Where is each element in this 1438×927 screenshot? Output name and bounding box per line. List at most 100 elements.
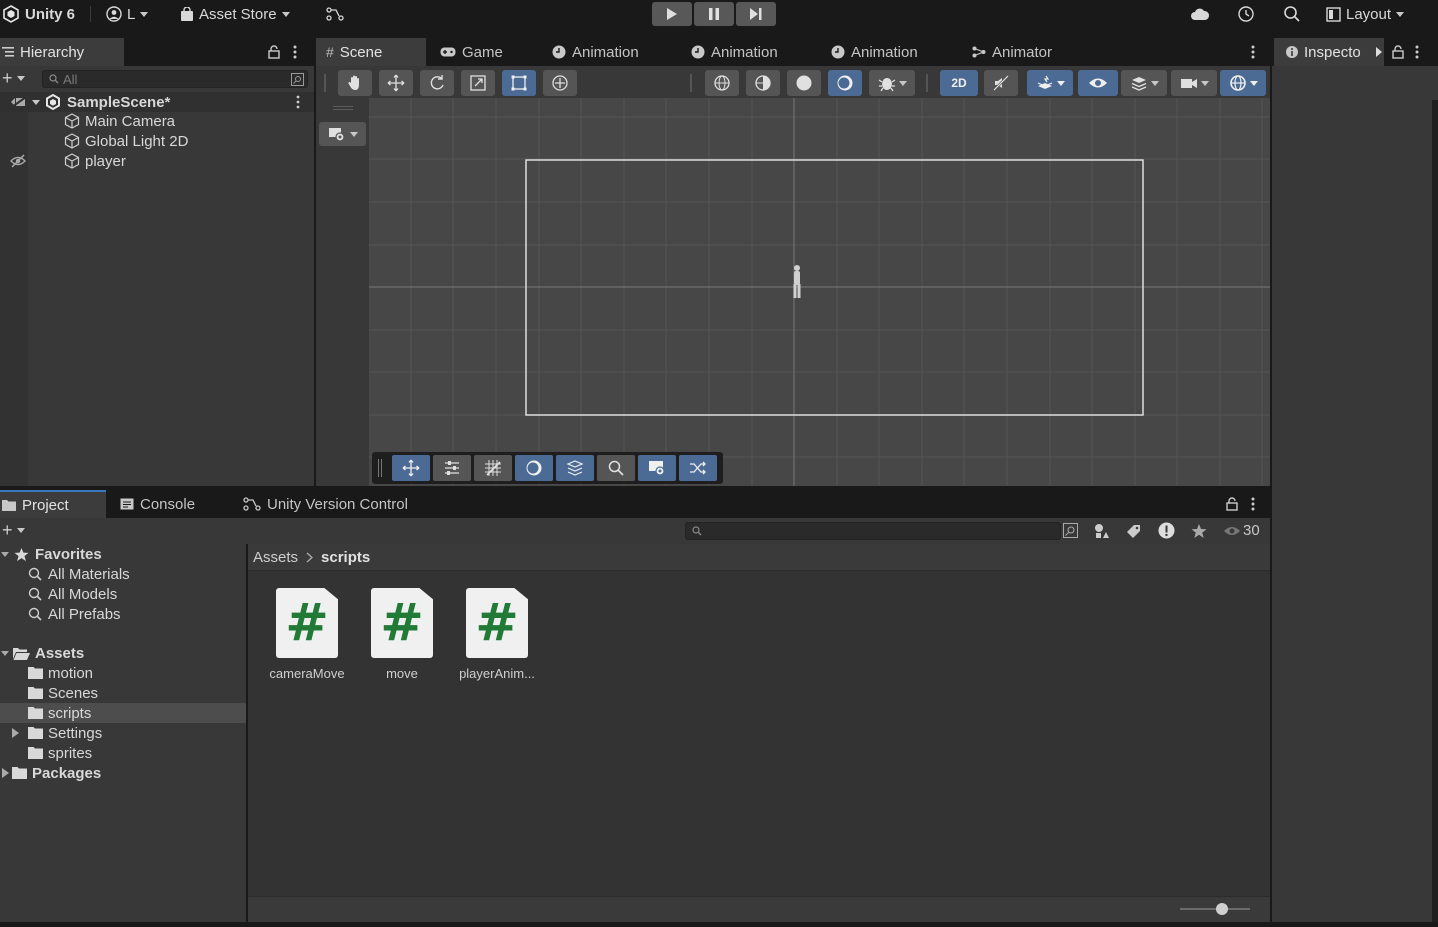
slider-thumb[interactable] xyxy=(1216,903,1228,915)
drag-handle[interactable] xyxy=(333,106,353,107)
rotate-tool-button[interactable] xyxy=(420,70,454,96)
history-button[interactable] xyxy=(1237,0,1255,28)
kebab-menu-icon[interactable] xyxy=(296,95,300,109)
filter-by-label-button[interactable] xyxy=(1126,523,1142,539)
more-tabs-arrow[interactable] xyxy=(1376,47,1382,57)
drag-handle[interactable] xyxy=(690,74,692,92)
lighting-toggle-button[interactable] xyxy=(828,70,862,96)
lighting-overlay-button[interactable] xyxy=(515,455,553,481)
grid-snapping-button[interactable] xyxy=(474,455,512,481)
account-dropdown[interactable]: L xyxy=(106,0,149,28)
hidden-eye-icon[interactable] xyxy=(10,153,26,169)
2d-mode-toggle[interactable]: 2D xyxy=(940,70,978,96)
layers-dropdown[interactable] xyxy=(1121,70,1167,96)
breadcrumb-current[interactable]: scripts xyxy=(321,549,370,566)
hierarchy-item-player[interactable]: player xyxy=(0,151,314,171)
asset-store-dropdown[interactable]: Asset Store xyxy=(180,0,290,28)
packages-row[interactable]: Packages xyxy=(0,763,246,783)
create-asset-button[interactable]: + xyxy=(2,521,25,539)
expand-arrow-right-icon[interactable] xyxy=(2,768,9,778)
shaded-button[interactable] xyxy=(787,70,821,96)
favorite-item[interactable]: All Models xyxy=(0,584,246,604)
rect-tool-button[interactable] xyxy=(502,70,536,96)
camera-overlay-button[interactable] xyxy=(638,455,676,481)
scene-row[interactable]: SampleScene* xyxy=(0,92,314,112)
cloud-button[interactable] xyxy=(1190,0,1210,28)
tab-scene[interactable]: # Scene xyxy=(316,38,426,66)
shaded-wireframe-button[interactable] xyxy=(746,70,780,96)
favorites-filter-button[interactable] xyxy=(1191,523,1207,539)
audio-toggle-button[interactable] xyxy=(984,70,1018,96)
tab-animation-1[interactable]: Animation xyxy=(542,38,649,66)
favorite-item[interactable]: All Prefabs xyxy=(0,604,246,624)
search-by-type-button[interactable] xyxy=(1063,523,1078,538)
favorite-item[interactable]: All Materials xyxy=(0,564,246,584)
search-overlay-button[interactable] xyxy=(597,455,635,481)
play-button[interactable] xyxy=(652,2,692,26)
transform-tool-button[interactable] xyxy=(543,70,577,96)
lock-button[interactable] xyxy=(1226,497,1238,511)
scene-visibility-icon[interactable] xyxy=(10,95,28,109)
grid-snap-move-button[interactable] xyxy=(392,455,430,481)
step-button[interactable] xyxy=(736,2,776,26)
effects-dropdown[interactable] xyxy=(1027,70,1073,96)
hierarchy-search-input[interactable]: All xyxy=(42,70,308,88)
version-control-button[interactable] xyxy=(326,0,344,28)
folder-item-selected[interactable]: scripts xyxy=(0,703,246,723)
assets-root-row[interactable]: Assets xyxy=(0,643,246,663)
tab-animator[interactable]: Animator xyxy=(962,38,1062,66)
tool-settings-button[interactable] xyxy=(433,455,471,481)
expand-arrow-icon[interactable] xyxy=(1,650,9,656)
debug-draw-mode-dropdown[interactable] xyxy=(869,70,915,96)
drag-handle[interactable] xyxy=(926,74,928,92)
panel-menu-button[interactable] xyxy=(1251,45,1255,59)
hierarchy-item-main-camera[interactable]: Main Camera xyxy=(0,111,314,131)
hierarchy-item-global-light[interactable]: Global Light 2D xyxy=(0,131,314,151)
hand-tool-button[interactable] xyxy=(338,70,372,96)
camera-settings-dropdown[interactable] xyxy=(1171,70,1217,96)
folder-item[interactable]: motion xyxy=(0,663,246,683)
sprite-layers-button[interactable] xyxy=(556,455,594,481)
shuffle-overlay-button[interactable] xyxy=(679,455,717,481)
script-asset-move[interactable]: # move xyxy=(354,588,450,681)
expand-arrow-icon[interactable] xyxy=(32,99,40,105)
scene-viewport[interactable] xyxy=(369,98,1270,486)
scale-tool-button[interactable] xyxy=(461,70,495,96)
script-asset-camera-move[interactable]: # cameraMove xyxy=(259,588,355,681)
tab-console[interactable]: Console xyxy=(110,490,205,518)
tab-hierarchy[interactable]: Hierarchy xyxy=(0,38,124,66)
folder-item[interactable]: Settings xyxy=(0,723,246,743)
create-button[interactable]: + xyxy=(2,69,25,87)
gizmos-dropdown[interactable] xyxy=(1220,70,1266,96)
layout-dropdown[interactable]: Layout xyxy=(1326,0,1405,28)
project-search-input[interactable] xyxy=(685,522,1061,540)
panel-menu-button[interactable] xyxy=(293,45,297,59)
wireframe-shading-button[interactable] xyxy=(705,70,739,96)
move-tool-button[interactable] xyxy=(379,70,413,96)
tab-inspector[interactable]: Inspecto xyxy=(1274,38,1384,66)
breadcrumb-root[interactable]: Assets xyxy=(253,549,298,566)
folder-item[interactable]: sprites xyxy=(0,743,246,763)
lock-button[interactable] xyxy=(1392,45,1404,59)
filter-by-importlog-button[interactable] xyxy=(1158,522,1175,539)
tab-animation-2[interactable]: Animation xyxy=(681,38,788,66)
lock-button[interactable] xyxy=(268,45,280,59)
panel-menu-button[interactable] xyxy=(1415,45,1419,59)
unity-logo-button[interactable]: Unity 6 xyxy=(2,0,75,28)
icon-size-slider[interactable] xyxy=(1180,903,1250,915)
panel-menu-button[interactable] xyxy=(1251,497,1255,511)
tab-project[interactable]: Project xyxy=(0,490,106,518)
expand-arrow-icon[interactable] xyxy=(1,551,9,557)
pause-button[interactable] xyxy=(694,2,734,26)
favorites-row[interactable]: Favorites xyxy=(0,544,246,564)
hidden-packages-toggle[interactable]: 30 xyxy=(1223,522,1260,539)
folder-item[interactable]: Scenes xyxy=(0,683,246,703)
filter-by-type-button[interactable] xyxy=(1094,523,1110,539)
script-asset-player-anim[interactable]: # playerAnim... xyxy=(449,588,545,681)
search-button[interactable] xyxy=(1283,0,1301,28)
expand-arrow-right-icon[interactable] xyxy=(12,728,19,738)
tab-unity-version-control[interactable]: Unity Version Control xyxy=(233,490,418,518)
drag-handle[interactable] xyxy=(378,459,382,477)
tab-game[interactable]: Game xyxy=(430,38,513,66)
drag-handle[interactable] xyxy=(324,74,326,92)
